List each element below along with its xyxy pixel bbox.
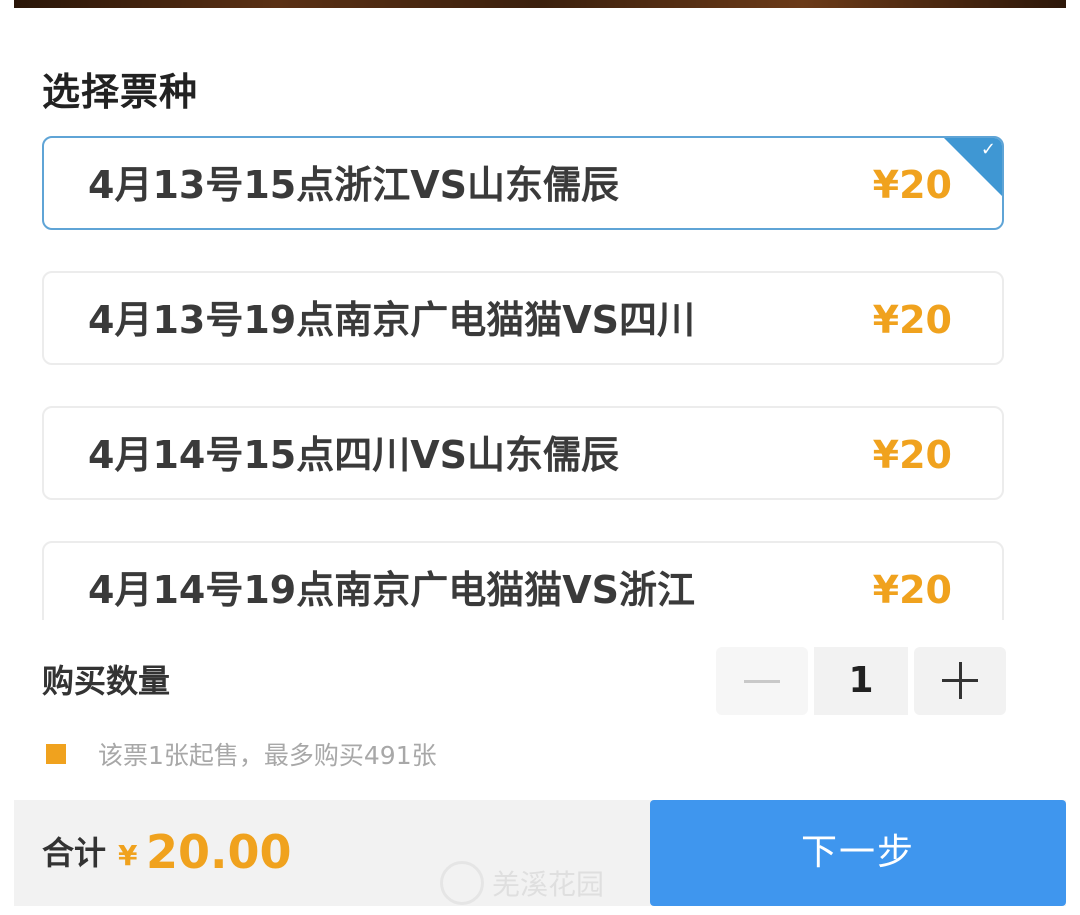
quantity-label: 购买数量 xyxy=(42,662,171,700)
total-amount: 20.00 xyxy=(146,825,292,879)
notice-text: 该票1张起售，最多购买491张 xyxy=(98,741,437,770)
ticket-option-4[interactable]: 4月14号19点南京广电猫猫VS浙江 ¥20 xyxy=(42,541,1004,620)
event-banner-image xyxy=(14,0,1066,8)
increment-button[interactable] xyxy=(914,647,1006,715)
quantity-stepper: 1 xyxy=(716,647,1008,715)
ticket-list: 4月13号15点浙江VS山东儒辰 ¥20 ✓ 4月13号19点南京广电猫猫VS四… xyxy=(0,120,1080,620)
ticket-price: ¥20 xyxy=(872,568,952,612)
plus-icon-vertical xyxy=(959,662,962,699)
ticket-price: ¥20 xyxy=(872,433,952,477)
ticket-option-1[interactable]: 4月13号15点浙江VS山东儒辰 ¥20 ✓ xyxy=(42,136,1004,230)
watermark-text: 羌溪花园 xyxy=(492,868,605,901)
ticket-name: 4月13号19点南京广电猫猫VS四川 xyxy=(88,298,695,342)
ticket-option-3[interactable]: 4月14号15点四川VS山东儒辰 ¥20 xyxy=(42,406,1004,500)
ticket-price: ¥20 xyxy=(872,163,952,207)
ticket-name: 4月14号15点四川VS山东儒辰 xyxy=(88,433,619,477)
ticket-name: 4月14号19点南京广电猫猫VS浙江 xyxy=(88,568,695,612)
watermark: 羌溪花园 xyxy=(440,858,604,908)
ticket-price: ¥20 xyxy=(872,298,952,342)
ticket-option-2[interactable]: 4月13号19点南京广电猫猫VS四川 ¥20 xyxy=(42,271,1004,365)
section-title: 选择票种 xyxy=(42,70,199,114)
minus-icon xyxy=(744,680,780,683)
decrement-button[interactable] xyxy=(716,647,808,715)
top-image-strip xyxy=(0,0,1080,22)
total-currency: ¥ xyxy=(118,839,138,872)
next-step-button[interactable]: 下一步 xyxy=(650,800,1066,906)
check-icon: ✓ xyxy=(980,139,996,160)
quantity-value[interactable]: 1 xyxy=(814,647,908,715)
total-label: 合计 xyxy=(42,834,107,872)
notice-marker-icon xyxy=(46,744,66,764)
watermark-logo-icon xyxy=(440,861,484,905)
ticket-name: 4月13号15点浙江VS山东儒辰 xyxy=(88,163,619,207)
purchase-notice: 该票1张起售，最多购买491张 xyxy=(46,735,437,773)
